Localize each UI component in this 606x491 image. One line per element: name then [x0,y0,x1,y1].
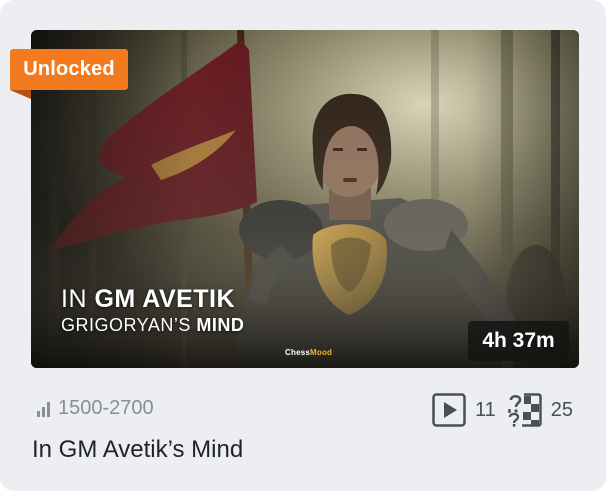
rating-range-value: 1500-2700 [58,396,154,419]
signal-bars-icon [37,402,50,417]
brand-logo-main: Chess [285,348,311,357]
rating-range: 1500-2700 [35,395,154,421]
exercises-count: 25 [550,398,574,421]
videos-count: 11 [475,398,496,421]
chess-puzzle-icon [507,393,542,427]
brand-logo-accent: Mood [310,348,333,357]
badge-fold [10,90,31,99]
thumbnail-title-line2-prefix: GRIGORYAN’S [61,315,197,335]
thumbnail-title-line1-prefix: IN [61,285,95,313]
play-icon [432,393,466,427]
thumbnail-title-line1-bold: GM AVETIK [94,285,236,313]
unlocked-badge: Unlocked [10,49,128,90]
thumbnail-title-line2-bold: MIND [196,315,245,335]
course-stats: 11 25 [432,393,573,427]
brand-logo: ChessMood [285,348,332,357]
course-card[interactable]: IN GM AVETIK GRIGORYAN’S MIND ChessMood … [0,0,606,491]
course-title[interactable]: In GM Avetik’s Mind [32,433,243,467]
thumbnail-course-title: IN GM AVETIK GRIGORYAN’S MIND [61,284,244,336]
duration-badge: 4h 37m [468,321,569,361]
